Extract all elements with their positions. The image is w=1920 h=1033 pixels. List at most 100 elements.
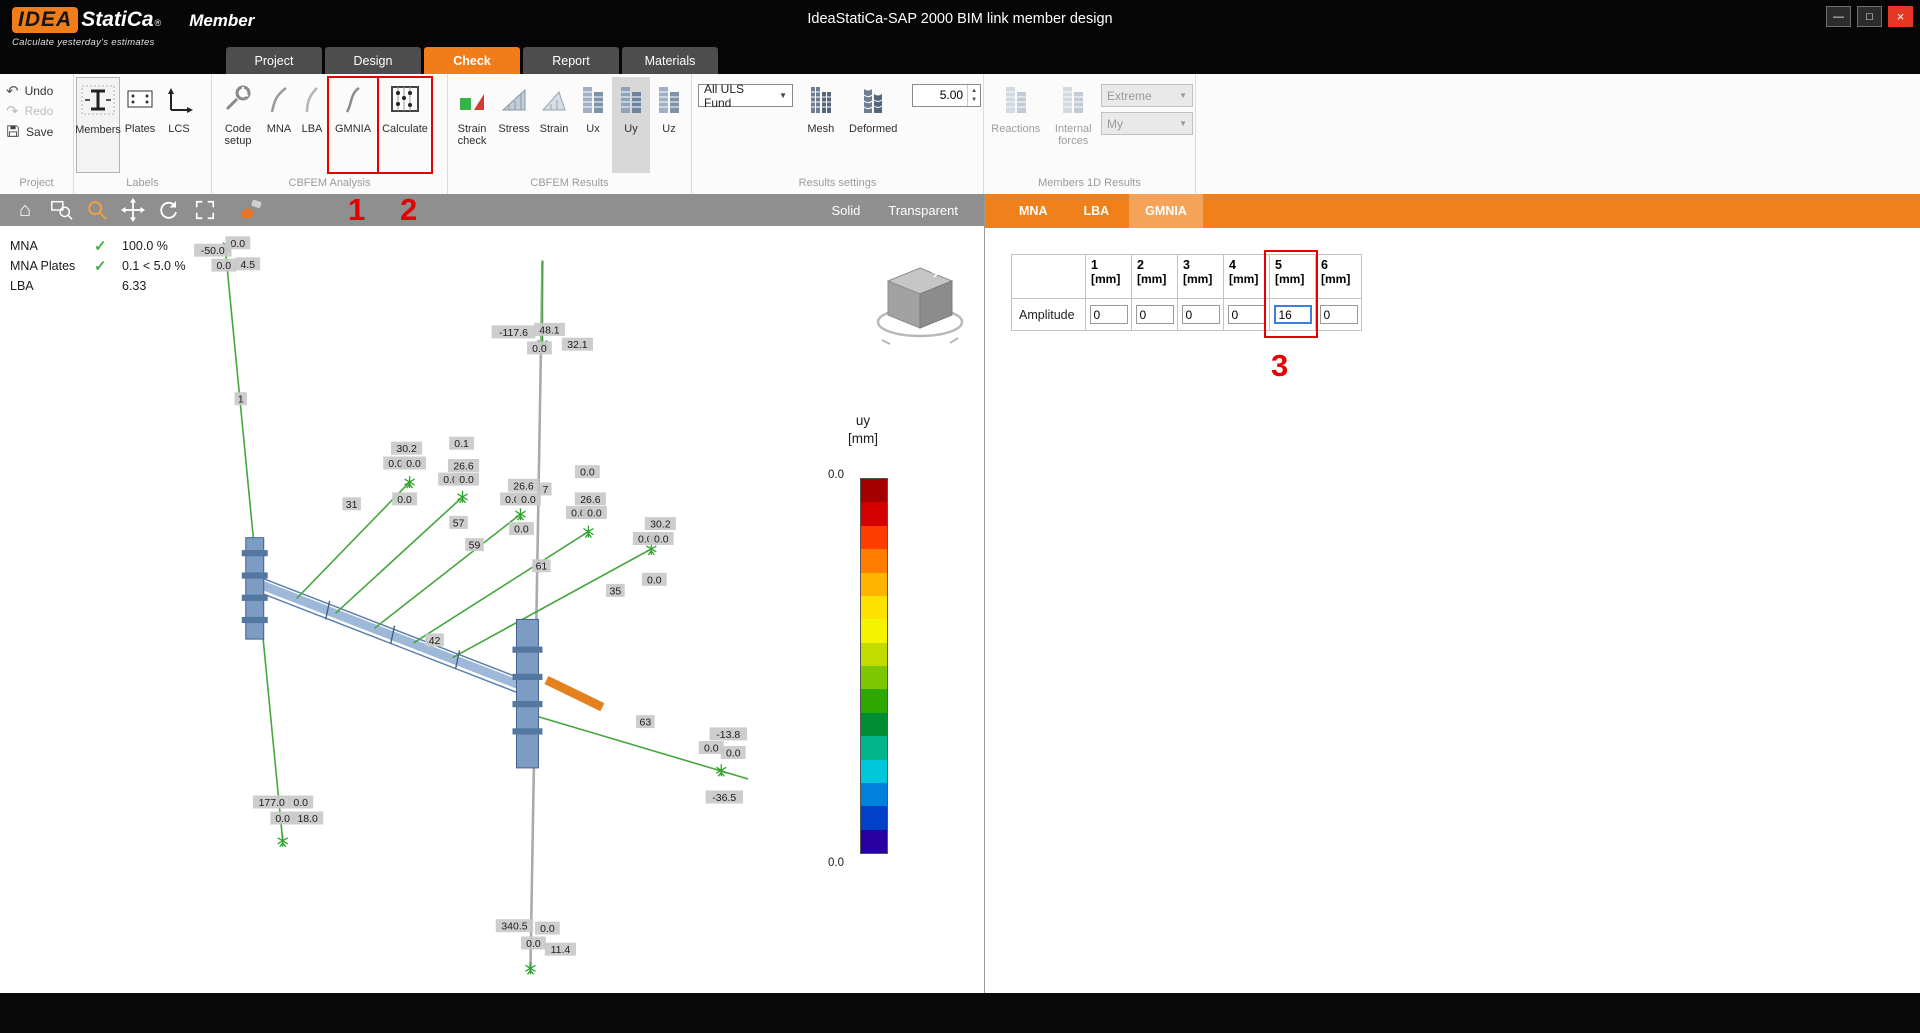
code-setup-button[interactable]: Code setup: [214, 77, 262, 173]
strain-button[interactable]: Strain: [534, 77, 574, 173]
stress-button[interactable]: Stress: [494, 77, 534, 173]
legend-title: uy: [856, 413, 870, 428]
zoom-window-icon[interactable]: [48, 197, 74, 223]
amplitude-input-3[interactable]: [1182, 305, 1220, 324]
home-view-icon[interactable]: ⌂: [12, 197, 38, 223]
lcs-button[interactable]: LCS: [160, 77, 198, 173]
svg-text:1: 1: [238, 395, 244, 406]
statica-logo: StatiCa: [81, 8, 153, 32]
redo-label: Redo: [25, 104, 54, 118]
svg-text:340.5: 340.5: [501, 922, 527, 933]
registered-mark: ®: [155, 18, 162, 28]
minimize-button[interactable]: —: [1826, 6, 1851, 27]
svg-text:0.0: 0.0: [388, 459, 403, 470]
lba-label: LBA: [302, 123, 323, 136]
pan-icon[interactable]: [120, 197, 146, 223]
save-button[interactable]: Save: [6, 124, 53, 140]
amplitude-input-4[interactable]: [1228, 305, 1266, 324]
close-button[interactable]: ×: [1888, 6, 1913, 27]
chevron-down-icon: ▼: [771, 91, 787, 100]
model-canvas[interactable]: 0.0-50.00.04.51-117.648.10.032.130.20.00…: [0, 226, 984, 993]
internal-forces-button[interactable]: Internal forces: [1045, 77, 1101, 173]
deformed-scale-value: 5.00: [913, 85, 967, 106]
status-name: MNA Plates: [10, 259, 94, 273]
stress-label: Stress: [498, 123, 529, 136]
internal-forces-icon: [1058, 83, 1088, 119]
mna-button[interactable]: MNA: [262, 77, 296, 173]
svg-text:30.2: 30.2: [650, 520, 671, 531]
svg-text:-13.8: -13.8: [716, 730, 740, 741]
amplitude-input-1[interactable]: [1090, 305, 1128, 324]
transparent-toggle[interactable]: Transparent: [888, 203, 958, 218]
mna-icon: [268, 83, 290, 119]
svg-text:0.0: 0.0: [459, 475, 474, 486]
tab-report[interactable]: Report: [523, 47, 619, 74]
undo-button[interactable]: ↶ Undo: [6, 84, 53, 98]
svg-text:42: 42: [429, 636, 441, 647]
structural-model[interactable]: 0.0-50.00.04.51-117.648.10.032.130.20.00…: [0, 226, 984, 993]
amplitude-input-5[interactable]: [1274, 305, 1312, 324]
members-button[interactable]: Members: [76, 77, 120, 173]
svg-text:-117.6: -117.6: [499, 328, 528, 339]
main-tabbar: Project Design Check Report Materials: [226, 47, 718, 74]
lba-button[interactable]: LBA: [296, 77, 328, 173]
ux-icon: [578, 83, 608, 119]
tab-gmnia[interactable]: GMNIA: [1129, 194, 1203, 228]
plates-button[interactable]: Plates: [120, 77, 160, 173]
maximize-button[interactable]: □: [1857, 6, 1882, 27]
zoom-icon[interactable]: [84, 197, 110, 223]
svg-text:-36.5: -36.5: [712, 793, 736, 804]
strain-icon: [539, 83, 569, 119]
reactions-label: Reactions: [991, 123, 1040, 136]
legend-unit: [mm]: [848, 431, 878, 446]
tab-design[interactable]: Design: [325, 47, 421, 74]
ux-button[interactable]: Ux: [574, 77, 612, 173]
legend-min-value: 0.0: [828, 857, 844, 869]
load-case-dropdown[interactable]: All ULS Fund ▼: [698, 84, 793, 107]
amplitude-table: 1[mm] 2[mm] 3[mm] 4[mm] 5[mm] 6[mm] Ampl…: [1011, 254, 1362, 331]
uz-button[interactable]: Uz: [650, 77, 688, 173]
ribbon-group-members-1d: Reactions Internal forces Extreme ▼ My ▼: [984, 74, 1196, 194]
svg-text:0.0: 0.0: [532, 344, 547, 355]
svg-text:59: 59: [469, 541, 481, 552]
extreme-dropdown[interactable]: Extreme ▼: [1101, 84, 1193, 107]
spinner-up-icon[interactable]: ▲: [968, 87, 980, 96]
row-label-amplitude: Amplitude: [1012, 299, 1086, 331]
tab-project[interactable]: Project: [226, 47, 322, 74]
color-scale-bar: [860, 478, 888, 854]
tab-mna[interactable]: MNA: [1003, 194, 1063, 228]
calculate-button[interactable]: Calculate: [378, 77, 432, 173]
app-name: Member: [189, 11, 254, 31]
viewport-3d: ⌂ Solid Transparent 0.0-50.00.04.51-117.…: [0, 194, 985, 993]
svg-text:0.0: 0.0: [654, 534, 669, 545]
deformed-scale-spinner[interactable]: 5.00 ▲ ▼: [912, 84, 981, 107]
mesh-button[interactable]: Mesh: [799, 77, 843, 173]
strain-check-button[interactable]: Strain check: [450, 77, 494, 173]
svg-text:0.0: 0.0: [521, 495, 536, 506]
column-header-4: 4[mm]: [1224, 255, 1270, 299]
deformed-button[interactable]: Deformed: [843, 77, 904, 173]
spinner-down-icon[interactable]: ▼: [968, 96, 980, 105]
amplitude-input-2[interactable]: [1136, 305, 1174, 324]
tab-lba[interactable]: LBA: [1067, 194, 1125, 228]
solid-toggle[interactable]: Solid: [831, 203, 860, 218]
navigation-cube[interactable]: [872, 256, 972, 360]
reactions-button[interactable]: Reactions: [986, 77, 1045, 173]
load-case-value: All ULS Fund: [704, 82, 771, 110]
analysis-status: MNA ✓ 100.0 % MNA Plates ✓ 0.1 < 5.0 % L…: [10, 236, 186, 296]
redo-button[interactable]: ↷ Redo: [6, 104, 53, 118]
paint-results-icon[interactable]: [238, 197, 264, 223]
amplitude-input-6[interactable]: [1320, 305, 1358, 324]
uy-button[interactable]: Uy: [612, 77, 650, 173]
gmnia-button[interactable]: GMNIA: [328, 77, 378, 173]
group-label-labels: Labels: [74, 175, 211, 194]
tab-check[interactable]: Check: [424, 47, 520, 74]
svg-text:0.0: 0.0: [726, 748, 741, 759]
fit-view-icon[interactable]: [192, 197, 218, 223]
tab-materials[interactable]: Materials: [622, 47, 718, 74]
calculate-icon: [390, 83, 420, 119]
mna-label: MNA: [267, 123, 291, 136]
rotate-icon[interactable]: [156, 197, 182, 223]
my-dropdown[interactable]: My ▼: [1101, 112, 1193, 135]
svg-text:26.6: 26.6: [513, 481, 534, 492]
